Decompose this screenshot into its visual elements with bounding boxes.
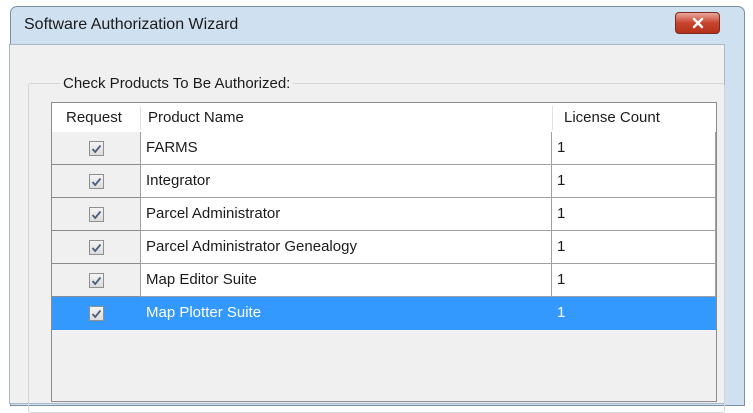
product-name-cell[interactable]: Integrator (140, 165, 552, 198)
table-row[interactable]: Integrator 1 (52, 165, 716, 198)
request-cell (52, 132, 140, 165)
product-name-cell[interactable]: Map Plotter Suite (140, 297, 552, 330)
request-checkbox[interactable] (89, 273, 104, 288)
license-count-cell[interactable]: 1 (552, 231, 716, 264)
request-checkbox[interactable] (89, 174, 104, 189)
groupbox-label: Check Products To Be Authorized: (60, 75, 294, 92)
product-name-cell[interactable]: Map Editor Suite (140, 264, 552, 297)
request-cell (52, 198, 140, 231)
column-header-request[interactable]: Request (66, 103, 122, 132)
request-checkbox[interactable] (89, 306, 104, 321)
window-title: Software Authorization Wizard (24, 16, 239, 33)
column-header-license-count[interactable]: License Count (564, 103, 660, 132)
request-cell (52, 297, 140, 330)
table-row[interactable]: Parcel Administrator Genealogy 1 (52, 231, 716, 264)
close-button[interactable] (675, 12, 720, 34)
license-count-cell[interactable]: 1 (552, 297, 716, 330)
license-count-cell[interactable]: 1 (552, 264, 716, 297)
license-count-cell[interactable]: 1 (552, 132, 716, 165)
close-icon (691, 17, 705, 29)
table-row[interactable]: Map Editor Suite 1 (52, 264, 716, 297)
request-checkbox[interactable] (89, 141, 104, 156)
request-cell (52, 231, 140, 264)
product-name-cell[interactable]: FARMS (140, 132, 552, 165)
table-header: Request Product Name License Count (52, 103, 716, 133)
product-name-cell[interactable]: Parcel Administrator Genealogy (140, 231, 552, 264)
table-row[interactable]: FARMS 1 (52, 132, 716, 165)
request-cell (52, 165, 140, 198)
license-count-cell[interactable]: 1 (552, 198, 716, 231)
request-checkbox[interactable] (89, 207, 104, 222)
license-count-cell[interactable]: 1 (552, 165, 716, 198)
table-row[interactable]: Map Plotter Suite 1 (52, 297, 716, 330)
request-cell (52, 264, 140, 297)
request-checkbox[interactable] (89, 240, 104, 255)
product-name-cell[interactable]: Parcel Administrator (140, 198, 552, 231)
column-header-product-name[interactable]: Product Name (148, 103, 244, 132)
table-row[interactable]: Parcel Administrator 1 (52, 198, 716, 231)
